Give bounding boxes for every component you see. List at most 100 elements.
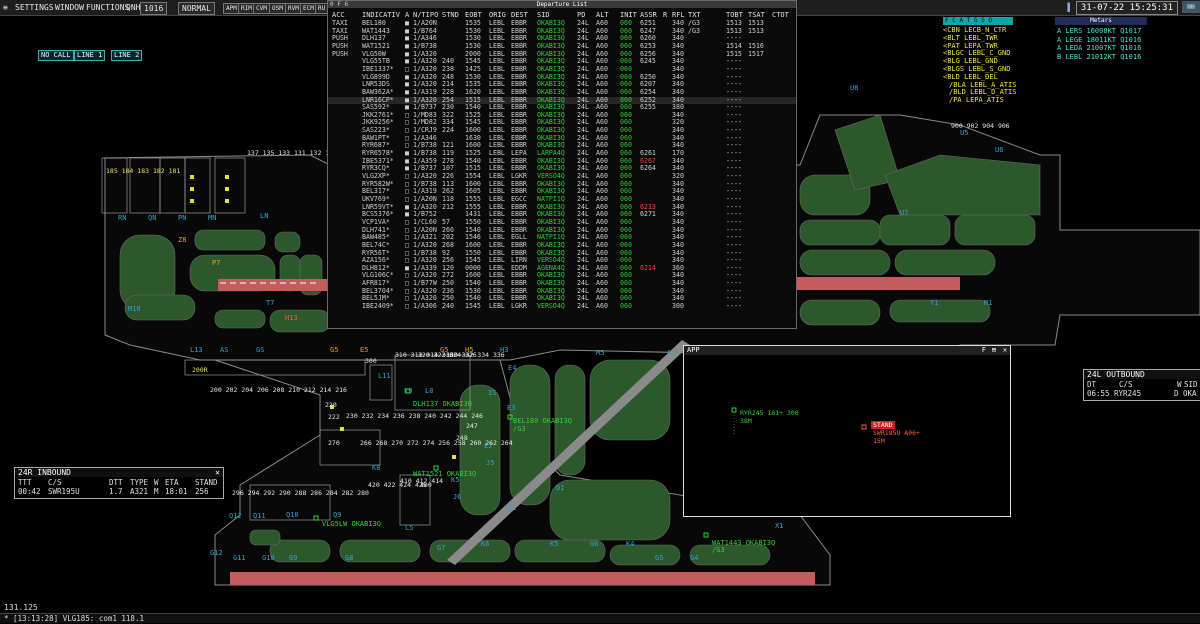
close-icon[interactable]: ✕ — [215, 468, 220, 477]
table-cell: ---- — [726, 302, 742, 311]
tag-bel180[interactable]: BEL180 OKABI3Q — [513, 417, 572, 425]
metar-entry[interactable]: B LEBL 21012KT Q1016 — [1057, 53, 1141, 62]
table-cell: 6271 — [640, 210, 656, 219]
frequency-entry[interactable]: <PAT LEPA_TWR — [943, 42, 998, 50]
aircraft-symbol[interactable] — [731, 407, 737, 413]
outbound-title[interactable]: 24L OUTBOUND — [1084, 370, 1200, 379]
frequency-entry[interactable]: /BLD LEBL_D_ATIS — [949, 88, 1016, 96]
app-f-button[interactable]: F — [982, 346, 986, 355]
line-2-button[interactable]: LINE 2 — [111, 50, 143, 61]
frequency-entry[interactable]: /PA LEPA_ATIS — [949, 96, 1004, 104]
table-cell: 060 — [620, 302, 632, 311]
inbound-col-header: DTT — [109, 478, 123, 487]
departure-col-header[interactable]: TXT — [688, 11, 701, 19]
departure-col-header[interactable]: INIT — [620, 11, 637, 19]
departure-col-header[interactable]: TSAT — [748, 11, 765, 19]
inbound-24r-window[interactable]: 24R INBOUND ✕ TTT C/S DTT TYPE W ETA STAND 00:4… — [14, 467, 224, 499]
tag-wat1521[interactable]: WAT1521 OKABI3Q — [413, 470, 476, 478]
departure-col-header[interactable]: N/TIPO — [413, 11, 438, 19]
metar-entry[interactable]: A LEDA 21007KT Q1016 — [1057, 44, 1141, 53]
frequency-entry[interactable]: /BLA LEBL_A_ATIS — [949, 81, 1016, 89]
svg-text:270: 270 — [328, 439, 340, 447]
mode-select[interactable]: NORMAL — [178, 2, 215, 15]
scrollbar-handle[interactable]: ▐ — [1062, 2, 1073, 13]
departure-list-window[interactable]: Departure List 0 F 6 ACC INDICATIV A N/TIPO… — [327, 0, 797, 329]
inbound-col-header: C/S — [48, 478, 62, 487]
departure-list-title[interactable]: Departure List — [328, 1, 796, 8]
frequency-entry[interactable]: <BLD LEBL_DEL — [943, 73, 998, 81]
svg-text:QN: QN — [148, 214, 156, 222]
frequency-entry[interactable]: <BLGC LEBL_C_GND — [943, 49, 1010, 57]
osm-button[interactable]: OSM — [269, 3, 286, 14]
close-icon[interactable]: ✕ — [1003, 346, 1007, 355]
settings-menu[interactable]: SETTINGS — [12, 2, 57, 13]
outbound-row-dt[interactable]: 06:55 — [1087, 389, 1110, 398]
metar-entry[interactable]: A LEGE 18011KT Q1016 — [1057, 36, 1141, 45]
cvm-button[interactable]: CVM — [253, 3, 270, 14]
svg-text:J6: J6 — [453, 493, 461, 501]
line-1-button[interactable]: LINE 1 — [74, 50, 106, 61]
app-title: APP — [687, 346, 700, 354]
departure-col-header[interactable]: PD — [577, 11, 585, 19]
outbound-24l-window[interactable]: 24L OUTBOUND DT C/S W SID 06:55 RYR245 D… — [1083, 369, 1200, 401]
table-cell: 1517 — [748, 49, 764, 58]
departure-col-header[interactable]: SID — [537, 11, 550, 19]
aircraft-symbol[interactable] — [861, 424, 867, 430]
resize-icon[interactable]: ⊞ — [992, 346, 996, 355]
frequency-entry[interactable]: <BLG LEBL_GND — [943, 57, 998, 65]
tag-swr195u-alt: 15M — [873, 437, 885, 445]
frequency-entry[interactable]: <BLT LEBL_TWR — [943, 34, 998, 42]
svg-text:IS: IS — [488, 389, 496, 397]
outbound-row-w: D — [1174, 389, 1179, 398]
no-call-button[interactable]: NO CALL — [38, 50, 74, 61]
departure-col-header[interactable]: A — [405, 11, 409, 19]
frequency-panel-header[interactable]: F C A T G S O — [943, 17, 1013, 25]
svg-text:K8: K8 — [372, 464, 380, 472]
network-icon[interactable]: ▤▤ — [1182, 1, 1200, 13]
svg-text:L9: L9 — [404, 387, 412, 395]
app-radar-window[interactable]: APP F ⊞ ✕ RYR245 181+ 300 38M STAND SWR1… — [683, 345, 1011, 517]
window-menu[interactable]: WINDOW — [52, 2, 87, 13]
inbound-cell[interactable]: SWR195U — [48, 487, 80, 496]
departure-col-header[interactable]: INDICATIV — [362, 11, 400, 19]
table-cell: LGKR — [511, 302, 527, 311]
svg-text:M10: M10 — [128, 305, 141, 313]
frequency-entry[interactable]: <CBN LECB_N_CTR — [943, 26, 1006, 34]
app-radar-scope[interactable]: RYR245 181+ 300 38M STAND SWR195U A06+ 1… — [684, 355, 1010, 516]
tag-vlg5lw[interactable]: VLG5LW OKABI3Q — [322, 520, 381, 528]
frequency-entry[interactable]: <BLGS LEBL_S_GND — [943, 65, 1010, 73]
departure-col-header[interactable]: ASSR — [640, 11, 657, 19]
inbound-title[interactable]: 24R INBOUND ✕ — [15, 468, 223, 477]
table-cell[interactable]: IBE2409* — [362, 302, 394, 310]
departure-col-header[interactable]: DEST — [511, 11, 528, 19]
app-title-bar[interactable]: APP F ⊞ ✕ — [684, 346, 1010, 355]
inbound-cell: 1.7 — [109, 487, 123, 496]
metars-title[interactable]: Metars — [1055, 17, 1147, 25]
departure-list-tools[interactable]: 0 F 6 — [330, 2, 348, 8]
tag-swr195u[interactable]: SWR195U A06+ — [873, 429, 920, 437]
qnh-value[interactable]: 1016 — [140, 2, 168, 15]
svg-text:L13: L13 — [190, 346, 203, 354]
tag-dlh137[interactable]: DLH137 OKABI3Q — [413, 400, 472, 408]
svg-text:PN: PN — [178, 214, 186, 222]
svg-text:G7: G7 — [437, 544, 445, 552]
departure-col-header[interactable]: RFL — [672, 11, 685, 19]
message-line[interactable]: * [13:13:28] VLG185: com1 118.1 — [0, 613, 1200, 623]
tag-ryr245[interactable]: RYR245 181+ 300 — [740, 409, 799, 417]
svg-text:Q11: Q11 — [253, 512, 266, 520]
inbound-cell: A321 — [130, 487, 149, 496]
departure-col-header[interactable]: R — [663, 11, 667, 19]
departure-col-header[interactable]: ORIG — [489, 11, 506, 19]
inbound-cell: 256 — [195, 487, 209, 496]
departure-col-header[interactable]: STND — [442, 11, 459, 19]
departure-col-header[interactable]: TOBT — [726, 11, 743, 19]
departure-col-header[interactable]: ALT — [596, 11, 609, 19]
departure-col-header[interactable]: EOBT — [465, 11, 482, 19]
departure-col-header[interactable]: CTOT — [772, 11, 789, 19]
outbound-row-cs[interactable]: RYR245 — [1114, 389, 1141, 398]
table-row[interactable]: IBE2409* □ 1/A306 240 1545 LEBL LGKR VERSO4Q 24L… — [328, 302, 796, 311]
table-cell: 224 — [442, 126, 454, 135]
inbound-cell: 18:01 — [165, 487, 188, 496]
metar-entry[interactable]: A LERS 16008KT Q1017 — [1057, 27, 1141, 36]
departure-col-header[interactable]: ACC — [332, 11, 345, 19]
